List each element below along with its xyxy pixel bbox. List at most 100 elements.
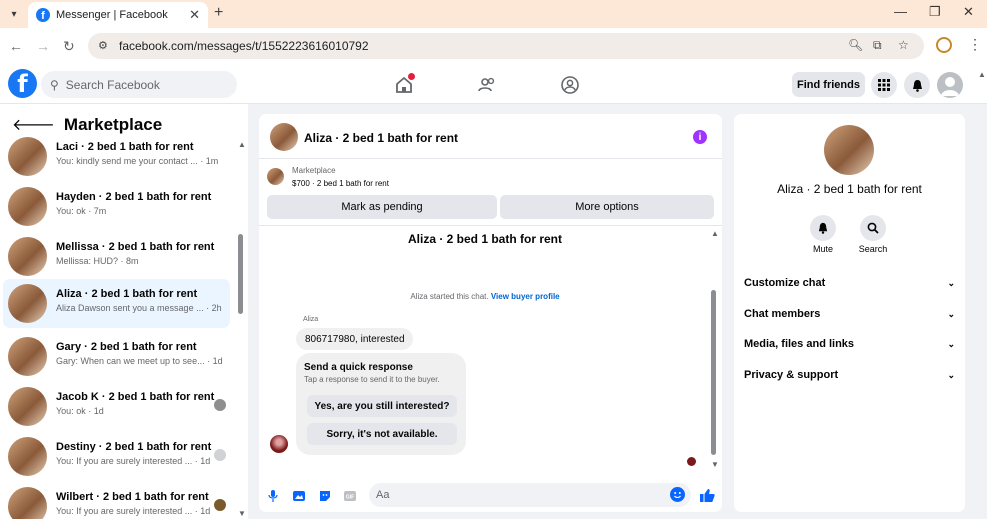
- url-text: facebook.com/messages/t/1552223616010792: [119, 39, 369, 53]
- customize-chat-section[interactable]: Customize chat ⌄: [744, 273, 955, 293]
- sidebar-scroll-up-icon[interactable]: ▲: [238, 140, 246, 149]
- chevron-down-icon: ⌄: [947, 338, 955, 349]
- chat-details-panel: Aliza · 2 bed 1 bath for rent Mute Searc…: [734, 114, 965, 512]
- conversation-title[interactable]: Aliza · 2 bed 1 bath for rent: [304, 131, 458, 145]
- conversation-item[interactable]: Mellissa · 2 bed 1 bath for rent Melliss…: [3, 232, 230, 281]
- read-receipt-avatar: [214, 399, 226, 411]
- read-receipt-avatar: [214, 499, 226, 511]
- chevron-down-icon: ⌄: [947, 277, 955, 288]
- conversation-item[interactable]: Gary · 2 bed 1 bath for rent Gary: When …: [3, 332, 230, 381]
- new-tab-icon[interactable]: +: [214, 4, 223, 22]
- address-bar[interactable]: ⚙ facebook.com/messages/t/15522236160107…: [88, 33, 924, 59]
- quick-response-title: Send a quick response: [304, 362, 413, 373]
- quick-response-subtitle: Tap a response to send it to the buyer.: [304, 375, 440, 384]
- mute-bell-icon[interactable]: [810, 215, 836, 241]
- thumbs-up-icon[interactable]: [700, 488, 715, 503]
- notifications-bell-icon[interactable]: [904, 72, 930, 98]
- info-icon[interactable]: i: [693, 130, 707, 144]
- more-options-button[interactable]: More options: [500, 195, 714, 219]
- zoom-icon[interactable]: 🔍︎: [848, 38, 863, 52]
- quick-reply-not-available-button[interactable]: Sorry, it's not available.: [307, 423, 457, 445]
- conversation-header: Aliza · 2 bed 1 bath for rent i: [259, 114, 722, 159]
- message-text: 806717980, interested: [305, 333, 405, 345]
- gif-icon[interactable]: GIF: [344, 490, 356, 502]
- browser-menu-icon[interactable]: ⋮: [968, 36, 982, 53]
- listing-thumbnail: [8, 387, 47, 426]
- back-icon[interactable]: ←: [9, 38, 23, 54]
- sender-avatar[interactable]: [270, 435, 288, 453]
- listing-thumbnail: [8, 437, 47, 476]
- chat-members-section[interactable]: Chat members ⌄: [744, 304, 955, 324]
- address-toolbar: ← → ↻ ⚙ facebook.com/messages/t/15522236…: [0, 28, 987, 64]
- close-window-icon[interactable]: ✕: [963, 4, 974, 20]
- listing-avatar[interactable]: [824, 125, 874, 175]
- listing-thumbnail: [8, 487, 47, 519]
- bookmark-star-icon[interactable]: ☆: [898, 38, 909, 52]
- conversation-item-active[interactable]: Aliza · 2 bed 1 bath for rent Aliza Daws…: [3, 279, 230, 328]
- conversation-item[interactable]: Wilbert · 2 bed 1 bath for rent You: If …: [3, 482, 230, 519]
- thread-scroll-down-icon[interactable]: ▼: [711, 460, 719, 469]
- message-input[interactable]: Aa: [369, 483, 691, 507]
- conversation-item[interactable]: Destiny · 2 bed 1 bath for rent You: If …: [3, 432, 230, 481]
- thread-scrollbar[interactable]: [711, 290, 716, 455]
- minimize-icon[interactable]: —: [894, 4, 907, 19]
- page-scroll-up-icon[interactable]: ▲: [978, 70, 986, 79]
- restore-icon[interactable]: ❐: [929, 4, 941, 20]
- menu-grid-icon[interactable]: [871, 72, 897, 98]
- sender-name: Aliza: [303, 316, 319, 323]
- mark-as-pending-button[interactable]: Mark as pending: [267, 195, 497, 219]
- conversation-panel: Aliza · 2 bed 1 bath for rent i Marketpl…: [259, 114, 722, 512]
- friends-icon[interactable]: [477, 75, 497, 95]
- conversation-avatar[interactable]: [270, 123, 298, 151]
- section-label: Privacy & support: [744, 369, 839, 381]
- conversation-name: Gary · 2 bed 1 bath for rent: [56, 341, 197, 353]
- tab-search-icon[interactable]: ▾: [6, 6, 22, 22]
- sticker-icon[interactable]: [319, 490, 331, 502]
- conversation-snippet: You: If you are surely interested ... · …: [56, 506, 211, 516]
- quick-reply-still-interested-button[interactable]: Yes, are you still interested?: [307, 395, 457, 417]
- microphone-icon[interactable]: [267, 490, 279, 502]
- privacy-support-section[interactable]: Privacy & support ⌄: [744, 365, 955, 385]
- photo-icon[interactable]: [293, 490, 305, 502]
- conversation-item[interactable]: Hayden · 2 bed 1 bath for rent You: ok ·…: [3, 182, 230, 231]
- site-info-icon[interactable]: ⚙: [98, 39, 108, 52]
- started-text: Aliza started this chat.: [410, 292, 489, 301]
- marketplace-sidebar: 🡐 Marketplace ▲ Laci · 2 bed 1 bath for …: [0, 104, 248, 519]
- message-thread: Aliza · 2 bed 1 bath for rent Aliza star…: [259, 227, 722, 475]
- forward-icon[interactable]: →: [36, 38, 50, 54]
- message-bubble[interactable]: 806717980, interested: [296, 328, 413, 350]
- browser-tabbar: ▾ f Messenger | Facebook ✕ + — ❐ ✕: [0, 0, 987, 28]
- reload-icon[interactable]: ↻: [63, 38, 75, 55]
- sidebar-scroll-down-icon[interactable]: ▼: [238, 509, 246, 518]
- conversation-name: Laci · 2 bed 1 bath for rent: [56, 141, 194, 153]
- listing-summary[interactable]: $700 · 2 bed 1 bath for rent: [292, 179, 389, 188]
- emoji-icon[interactable]: [670, 487, 685, 502]
- profile-icon[interactable]: [936, 37, 952, 53]
- conversation-snippet: You: ok · 7m: [56, 206, 107, 216]
- search-icon: ⚲: [50, 77, 59, 92]
- section-label: Media, files and links: [744, 338, 855, 350]
- search-label: Search: [858, 244, 888, 254]
- message-composer: GIF Aa: [259, 479, 722, 512]
- sidebar-scrollbar[interactable]: [238, 234, 243, 314]
- view-buyer-profile-link[interactable]: View buyer profile: [491, 292, 560, 301]
- conversation-snippet: Aliza Dawson sent you a message ... · 2h: [56, 303, 222, 313]
- find-friends-button[interactable]: Find friends: [792, 72, 865, 97]
- thread-scroll-up-icon[interactable]: ▲: [711, 229, 719, 238]
- media-files-links-section[interactable]: Media, files and links ⌄: [744, 334, 955, 354]
- conversation-item[interactable]: Laci · 2 bed 1 bath for rent You: kindly…: [3, 132, 230, 181]
- facebook-favicon-icon: f: [36, 8, 50, 22]
- listing-thumbnail[interactable]: [267, 168, 284, 185]
- conversation-name: Hayden · 2 bed 1 bath for rent: [56, 191, 212, 203]
- account-avatar[interactable]: [937, 72, 963, 98]
- browser-tab[interactable]: f Messenger | Facebook ✕: [28, 2, 208, 28]
- search-placeholder: Search Facebook: [65, 77, 160, 92]
- search-input[interactable]: ⚲ Search Facebook: [41, 71, 237, 98]
- facebook-logo-icon[interactable]: f: [8, 69, 37, 98]
- install-app-icon[interactable]: ⧉: [873, 38, 882, 53]
- conversation-item[interactable]: Jacob K · 2 bed 1 bath for rent You: ok …: [3, 382, 230, 431]
- close-tab-icon[interactable]: ✕: [189, 7, 200, 23]
- conversation-name: Mellissa · 2 bed 1 bath for rent: [56, 241, 215, 253]
- search-conversation-icon[interactable]: [860, 215, 886, 241]
- groups-icon[interactable]: [560, 75, 580, 95]
